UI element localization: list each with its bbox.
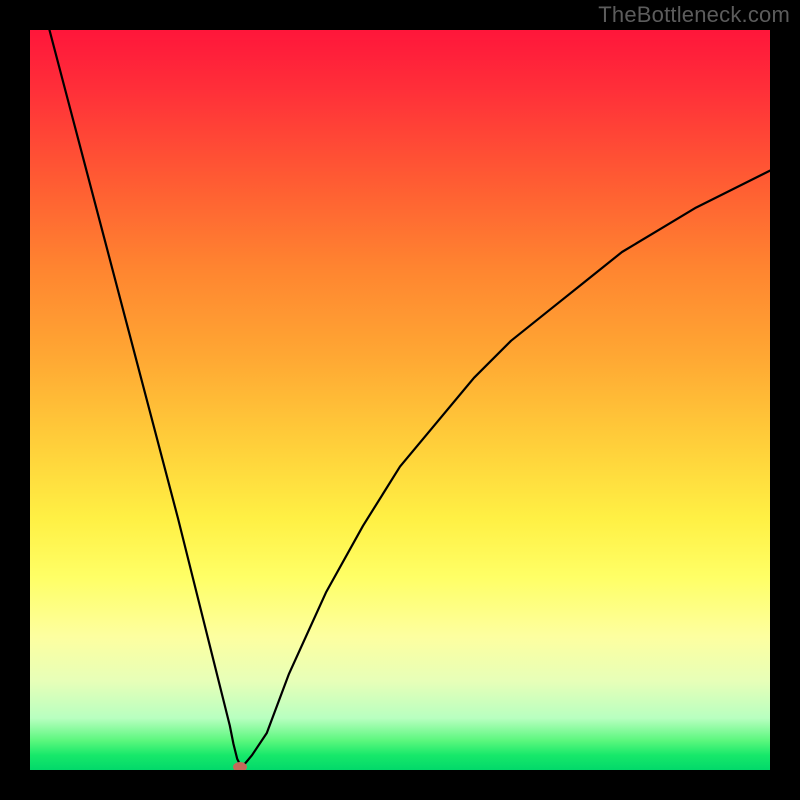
minimum-marker-dot [233,762,247,770]
bottleneck-curve-path [30,30,770,766]
chart-frame: TheBottleneck.com [0,0,800,800]
watermark-text: TheBottleneck.com [598,2,790,28]
plot-area [30,30,770,770]
curve-svg [30,30,770,770]
